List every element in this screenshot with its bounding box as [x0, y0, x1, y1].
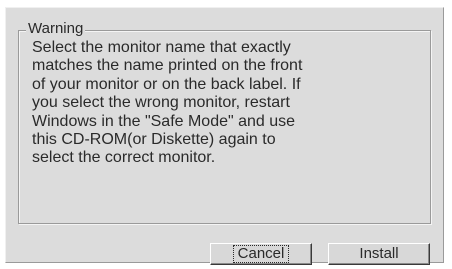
cancel-button[interactable]: Cancel	[210, 243, 312, 265]
install-button-label: Install	[359, 245, 399, 262]
warning-message: Select the monitor name that exactly mat…	[32, 39, 303, 167]
cancel-button-label: Cancel	[232, 245, 290, 263]
warning-group-title: Warning	[26, 20, 86, 38]
warning-dialog: Warning Select the monitor name that exa…	[5, 7, 444, 265]
install-button[interactable]: Install	[328, 243, 430, 265]
